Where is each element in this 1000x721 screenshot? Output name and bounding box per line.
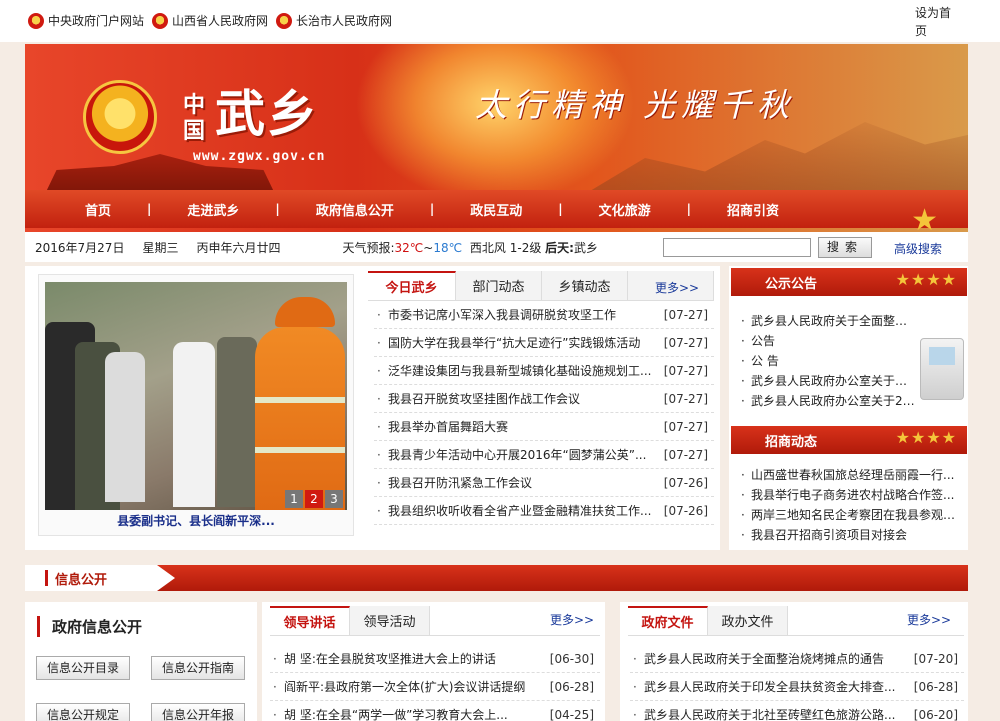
info-rules-button[interactable]: 信息公开规定	[36, 703, 130, 721]
national-emblem-icon	[276, 12, 293, 29]
top-links: 中央政府门户网站 山西省人民政府网 长治市人民政府网	[28, 12, 396, 29]
national-emblem-icon	[152, 12, 169, 29]
search-button[interactable]: 搜索	[818, 237, 872, 258]
notice-header: 公示公告 ★★★★	[731, 268, 967, 296]
stars-icon: ★★★★	[895, 428, 957, 447]
invest-list: 山西盛世春秋国旅总经理岳丽霞一行... 我县举行电子商务进农村战略合作签... …	[737, 465, 963, 545]
list-item[interactable]: 武乡县人民政府关于北社至砖壁红色旅游公路...[06-20]	[630, 701, 964, 721]
set-homepage-link[interactable]: 设为首页	[915, 4, 955, 40]
photo-caption[interactable]: 县委副书记、县长阎新平深...	[45, 512, 347, 529]
list-item[interactable]: 我县举办首届舞蹈大赛[07-27]	[374, 413, 714, 441]
speech-list: 胡 坚:在全县脱贫攻坚推进大会上的讲话[06-30] 阎新平:县政府第一次全体(…	[270, 645, 600, 721]
gov-info-box: 政府信息公开 信息公开目录 信息公开指南 信息公开规定 信息公开年报	[25, 602, 257, 721]
tab-township-news[interactable]: 乡镇动态	[542, 271, 628, 300]
invest-header: 招商动态 ★★★★	[731, 426, 967, 454]
tab-department-news[interactable]: 部门动态	[456, 271, 542, 300]
stars-icon: ★★★★	[895, 270, 957, 289]
list-item[interactable]: 两岸三地知名民企考察团在我县参观考察	[737, 505, 963, 525]
docs-list: 武乡县人民政府关于全面整治烧烤摊点的通告[07-20] 武乡县人民政府关于印发全…	[630, 645, 964, 721]
notice-list: 武乡县人民政府关于全面整治烧烤摊... 公告 公 告 武乡县人民政府办公室关于做…	[737, 311, 917, 411]
list-item[interactable]: 国防大学在我县举行“抗大足迹行”实践锻炼活动[07-27]	[374, 329, 714, 357]
section-title: 信息公开	[55, 573, 108, 588]
tab-office-documents[interactable]: 政办文件	[708, 606, 788, 635]
news-photo[interactable]	[45, 282, 347, 510]
gov-info-title: 政府信息公开	[37, 616, 142, 637]
news-more-link[interactable]: 更多>>	[655, 279, 699, 296]
banner-slogan: 太行精神 光耀千秋	[475, 86, 796, 124]
info-guide-button[interactable]: 信息公开指南	[151, 656, 245, 680]
list-item[interactable]: 公 告	[737, 351, 917, 371]
site-logo: 中国 武乡	[183, 84, 319, 144]
nav-tourism[interactable]: 文化旅游	[599, 200, 651, 219]
list-item[interactable]: 市委书记席小军深入我县调研脱贫攻坚工作[07-27]	[374, 301, 714, 329]
list-item[interactable]: 我县召开防汛紧急工作会议[07-26]	[374, 469, 714, 497]
list-item[interactable]: 武乡县人民政府关于全面整治烧烤摊...	[737, 311, 917, 331]
list-item[interactable]: 公告	[737, 331, 917, 351]
list-item[interactable]: 武乡县人民政府关于全面整治烧烤摊点的通告[07-20]	[630, 645, 964, 673]
national-emblem-logo	[83, 80, 157, 154]
nav-home[interactable]: 首页	[85, 200, 111, 219]
speech-more-link[interactable]: 更多>>	[550, 611, 594, 628]
search-input[interactable]	[663, 238, 811, 257]
lunar-date: 丙申年六月廿四	[196, 240, 281, 255]
current-date: 2016年7月27日	[35, 240, 125, 255]
list-item[interactable]: 阎新平:县政府第一次全体(扩大)会议讲话提纲[06-28]	[270, 673, 600, 701]
nav-about[interactable]: 走进武乡	[187, 200, 239, 219]
kiosk-icon	[920, 338, 964, 400]
pager-1[interactable]: 1	[285, 490, 303, 508]
photo-pager: 1 2 3	[285, 490, 343, 508]
list-item[interactable]: 武乡县人民政府关于印发全县扶贫资金大排查...[06-28]	[630, 673, 964, 701]
national-emblem-icon	[28, 12, 44, 29]
list-item[interactable]: 胡 坚:在全县“两学一做”学习教育大会上...[04-25]	[270, 701, 600, 721]
advanced-search-link[interactable]: 高级搜索	[894, 240, 942, 257]
list-item[interactable]: 山西盛世春秋国旅总经理岳丽霞一行...	[737, 465, 963, 485]
list-item[interactable]: 武乡县人民政府办公室关于做好近期...	[737, 371, 917, 391]
main-nav: 首页 | 走进武乡 | 政府信息公开 | 政民互动 | 文化旅游 | 招商引资 ★	[25, 190, 968, 236]
toplink-central-gov[interactable]: 中央政府门户网站	[28, 12, 144, 29]
info-catalog-button[interactable]: 信息公开目录	[36, 656, 130, 680]
list-item[interactable]: 我县召开脱贫攻坚挂图作战工作会议[07-27]	[374, 385, 714, 413]
list-item[interactable]: 我县召开招商引资项目对接会	[737, 525, 963, 545]
tab-leader-speech[interactable]: 领导讲话	[270, 606, 350, 635]
docs-more-link[interactable]: 更多>>	[907, 611, 951, 628]
tab-today-wuxiang[interactable]: 今日武乡	[368, 271, 456, 300]
site-url: www.zgwx.gov.cn	[193, 149, 326, 164]
list-item[interactable]: 我县举行电子商务进农村战略合作签...	[737, 485, 963, 505]
list-item[interactable]: 泛华建设集团与我县新型城镇化基础设施规划工...[07-27]	[374, 357, 714, 385]
nav-investment[interactable]: 招商引资	[727, 200, 779, 219]
tab-gov-documents[interactable]: 政府文件	[628, 606, 708, 635]
list-item[interactable]: 武乡县人民政府办公室关于2016年“...	[737, 391, 917, 411]
section-bar: 信息公开	[25, 565, 968, 591]
news-list: 市委书记席小军深入我县调研脱贫攻坚工作[07-27] 国防大学在我县举行“抗大足…	[374, 301, 714, 525]
nav-interaction[interactable]: 政民互动	[470, 200, 522, 219]
nav-gov-info[interactable]: 政府信息公开	[316, 200, 394, 219]
info-annual-report-button[interactable]: 信息公开年报	[151, 703, 245, 721]
toplink-shanxi-gov[interactable]: 山西省人民政府网	[152, 12, 268, 29]
weather: 天气预报:32℃~18℃ 西北风 1-2级 后天:武乡	[342, 240, 598, 255]
tab-leader-activity[interactable]: 领导活动	[350, 606, 430, 635]
weekday: 星期三	[142, 240, 179, 255]
toplink-changzhi-gov[interactable]: 长治市人民政府网	[276, 12, 392, 29]
pager-2[interactable]: 2	[305, 490, 323, 508]
top-bar: 中央政府门户网站 山西省人民政府网 长治市人民政府网 设为首页	[0, 0, 1000, 42]
pager-3[interactable]: 3	[325, 490, 343, 508]
list-item[interactable]: 我县青少年活动中心开展2016年“圆梦蒲公英”...[07-27]	[374, 441, 714, 469]
list-item[interactable]: 我县组织收听收看全省产业暨金融精准扶贫工作...[07-26]	[374, 497, 714, 525]
list-item[interactable]: 胡 坚:在全县脱贫攻坚推进大会上的讲话[06-30]	[270, 645, 600, 673]
